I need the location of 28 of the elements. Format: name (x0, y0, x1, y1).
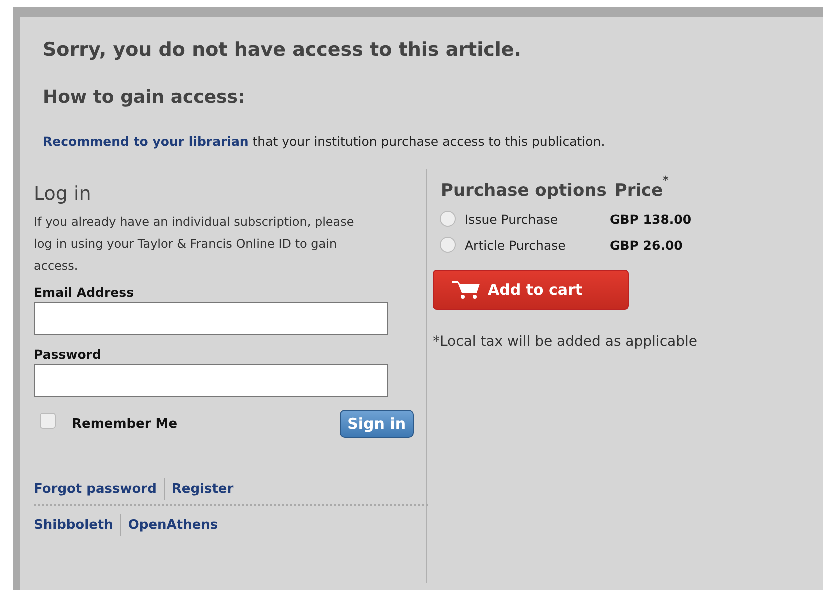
tax-note: *Local tax will be added as applicable (433, 334, 698, 350)
sign-in-button[interactable]: Sign in (340, 410, 414, 438)
field-label: Password (34, 347, 102, 362)
account-link[interactable]: OpenAthens (128, 518, 218, 532)
column-header: Price$^{*}$ (614, 173, 670, 201)
remember-label: Remember Me (72, 416, 178, 432)
field-label: Email Address (34, 285, 136, 300)
password-field[interactable] (34, 364, 388, 397)
purchase-radio[interactable] (440, 211, 456, 227)
purchase-radio[interactable] (440, 237, 456, 253)
remember-checkbox[interactable] (40, 413, 56, 429)
recommend-text: Recommend to your librarian that your institution purchase access to this publication. (43, 134, 606, 149)
account-link[interactable]: Shibboleth (34, 518, 114, 532)
account-link[interactable]: Register (172, 482, 234, 496)
account-link[interactable]: Forgot password (34, 482, 157, 496)
login-intro: If you already have an individual subscription, please log in using your Taylor & Francis Online ID to gain access. (34, 214, 356, 275)
login-title: Log in (34, 183, 92, 205)
recommend-link[interactable]: Recommend to your librarian (43, 134, 249, 149)
access-subheading: How to gain access: (43, 87, 246, 108)
email-field[interactable] (34, 302, 388, 335)
option-price: GBP 138.00 (610, 212, 692, 226)
option-price: GBP 26.00 (610, 238, 683, 252)
option-label: Issue Purchase (465, 212, 560, 226)
add-to-cart-button[interactable]: Add to cart (433, 270, 629, 310)
column-header: Purchase options (441, 181, 607, 201)
cart-icon (452, 280, 482, 300)
access-heading: Sorry, you do not have access to this article. (43, 39, 523, 61)
option-label: Article Purchase (465, 238, 567, 252)
